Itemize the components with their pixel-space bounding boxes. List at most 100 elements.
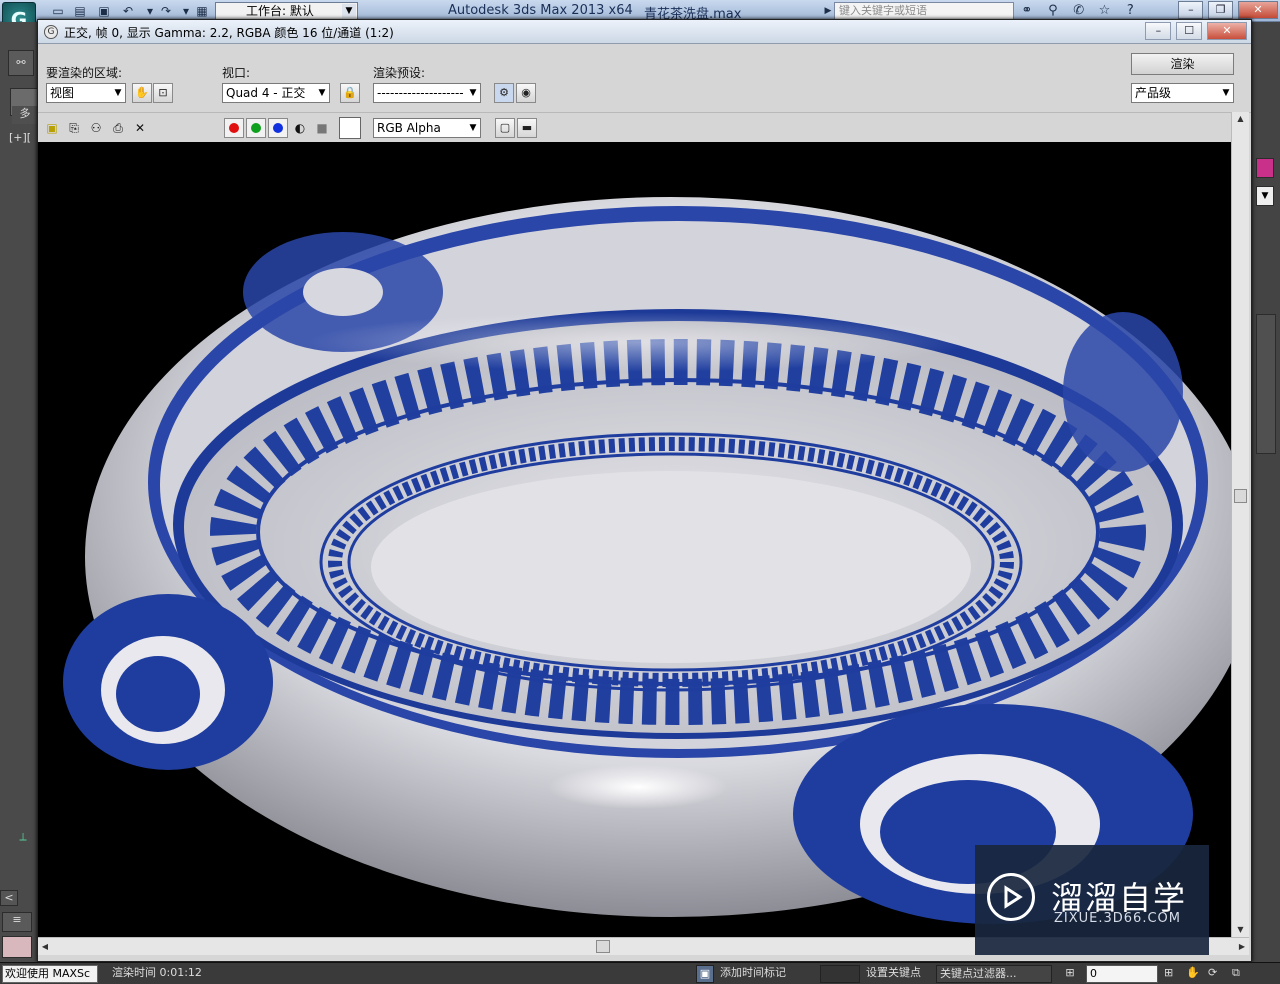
toggle-ui-overlay-icon[interactable]: ▢ — [495, 118, 515, 138]
key-filter-icon[interactable]: ⊞ — [1164, 965, 1182, 983]
render-setup-icon[interactable]: ⚙ — [494, 83, 514, 103]
help-icon[interactable]: ? — [1119, 2, 1141, 20]
auto-region-icon[interactable]: ⊡ — [153, 83, 173, 103]
chevron-down-icon: ▼ — [469, 123, 477, 133]
collapse-arrow-icon[interactable]: < — [0, 890, 18, 906]
workspace-selector[interactable]: 工作台: 默认 ▼ — [215, 2, 358, 20]
key-mode-field[interactable] — [820, 965, 860, 983]
copy-image-icon[interactable]: ⎘ — [66, 120, 82, 136]
viewport-label: 视口: — [222, 66, 251, 80]
scroll-left-icon[interactable]: ◀ — [38, 940, 52, 954]
vertical-scroll-thumb[interactable] — [1234, 489, 1247, 503]
channel-display-dropdown[interactable]: RGB Alpha ▼ — [373, 118, 481, 138]
play-logo-icon — [987, 873, 1035, 921]
communication-icon[interactable]: ✆ — [1068, 2, 1090, 20]
alpha-channel-icon[interactable]: ◐ — [292, 120, 308, 136]
render-quality-value: 产品级 — [1135, 86, 1172, 100]
rollout-panel — [1256, 314, 1276, 454]
redo-dropdown-icon[interactable]: ▾ — [178, 3, 194, 19]
area-to-render-value: 视图 — [50, 86, 75, 100]
blue-dot-icon — [273, 123, 283, 133]
site-watermark: 溜溜自学 ZIXUE.3D66.COM — [975, 845, 1209, 955]
viewport-label-menu[interactable]: [+][ — [2, 130, 38, 148]
viewport-value: Quad 4 - 正交 — [226, 86, 306, 100]
save-image-icon[interactable]: ▣ — [44, 120, 60, 136]
chevron-down-icon: ▼ — [318, 88, 326, 98]
render-preset-label: 渲染预设: — [373, 66, 426, 80]
object-color-swatch[interactable] — [1256, 158, 1274, 178]
favorites-star-icon[interactable]: ☆ — [1093, 2, 1115, 20]
maximize-icon[interactable]: ☐ — [1176, 22, 1203, 40]
horizontal-scroll-thumb[interactable] — [596, 940, 610, 953]
main-toolbar-left: ⚯ 多 [+][ ⟂ < ≡ — [0, 22, 38, 962]
red-channel-toggle[interactable] — [224, 118, 244, 138]
scroll-right-icon[interactable]: ▶ — [1235, 940, 1249, 954]
link-icon[interactable]: ⚯ — [8, 50, 34, 76]
key-filters-button[interactable]: 关键点过滤器... — [936, 965, 1052, 983]
toggle-ui-icon[interactable]: ▬ — [517, 118, 537, 138]
app-icon: G — [44, 25, 58, 39]
green-channel-toggle[interactable] — [246, 118, 266, 138]
maximize-viewport-icon[interactable]: ⧉ — [1232, 965, 1250, 983]
search-icon[interactable]: ⚲ — [1042, 2, 1064, 20]
blue-channel-toggle[interactable] — [268, 118, 288, 138]
print-icon[interactable]: ⎙ — [110, 120, 126, 136]
color-swatch[interactable] — [339, 117, 361, 139]
scroll-up-icon[interactable]: ▲ — [1232, 112, 1249, 126]
save-icon[interactable]: ▣ — [96, 3, 112, 19]
close-icon[interactable]: ✕ — [1238, 1, 1278, 19]
render-preset-dropdown[interactable]: -------------------- ▼ — [373, 83, 481, 103]
set-key-label: 设置关键点 — [866, 966, 921, 979]
vertical-scrollbar[interactable]: ▲ ▼ — [1231, 112, 1249, 937]
binoculars-icon[interactable]: ⚭ — [1016, 2, 1038, 20]
command-panel-edge: ▼ — [1252, 22, 1280, 962]
clone-frame-icon[interactable]: ⚇ — [88, 120, 104, 136]
monochrome-icon[interactable]: ■ — [314, 120, 330, 136]
undo-icon[interactable]: ↶ — [120, 3, 136, 19]
chevron-down-icon: ▼ — [342, 4, 356, 18]
environment-effects-icon[interactable]: ◉ — [516, 83, 536, 103]
chevron-down-icon[interactable]: ▼ — [1256, 186, 1274, 206]
polygon-tab-label[interactable]: 多 — [12, 106, 38, 124]
add-time-tag[interactable]: 添加时间标记 — [720, 965, 810, 983]
green-dot-icon — [251, 123, 261, 133]
axis-tripod-icon: ⟂ — [19, 830, 27, 843]
new-file-icon[interactable]: ▭ — [50, 3, 66, 19]
redo-icon[interactable]: ↷ — [158, 3, 174, 19]
project-folder-icon[interactable]: ▦ — [194, 3, 210, 19]
orbit-icon[interactable]: ⟳ — [1208, 965, 1226, 983]
render-quality-dropdown[interactable]: 产品级 ▼ — [1131, 83, 1234, 103]
restore-icon[interactable]: ❐ — [1208, 1, 1234, 19]
frame-mode-icon[interactable]: ⊞ — [1058, 965, 1082, 983]
time-tag-icon[interactable]: ▣ — [696, 965, 714, 983]
render-button[interactable]: 渲染 — [1131, 53, 1234, 75]
viewport-dropdown[interactable]: Quad 4 - 正交 ▼ — [222, 83, 330, 103]
open-folder-icon[interactable]: ▤ — [72, 3, 88, 19]
minimize-icon[interactable]: – — [1178, 1, 1204, 19]
keyword-search-input[interactable]: 键入关键字或短语 — [834, 2, 1014, 20]
clear-icon[interactable]: ✕ — [132, 120, 148, 136]
render-window-title-bar: G 正交, 帧 0, 显示 Gamma: 2.2, RGBA 颜色 16 位/通… — [38, 20, 1251, 44]
current-frame-input[interactable]: 0 — [1086, 965, 1158, 983]
frame-toolbar: ▣ ⎘ ⚇ ⎙ ✕ ◐ ■ RGB Alpha ▼ ▢ ▬ — [38, 112, 1251, 142]
chevron-down-icon: ▼ — [114, 88, 122, 98]
render-window-title: 正交, 帧 0, 显示 Gamma: 2.2, RGBA 颜色 16 位/通道 … — [64, 26, 394, 40]
rendered-image-area[interactable] — [38, 142, 1231, 937]
pan-hand-icon[interactable]: ✋ — [1186, 965, 1204, 983]
maxscript-mini-listener[interactable]: 欢迎使用 MAXSc — [2, 965, 98, 983]
area-to-render-dropdown[interactable]: 视图 ▼ — [46, 83, 126, 103]
rendered-bowl-image — [63, 197, 1231, 924]
rendered-frame-window: G 正交, 帧 0, 显示 Gamma: 2.2, RGBA 颜色 16 位/通… — [37, 19, 1252, 962]
chevron-down-icon: ▼ — [1222, 88, 1230, 98]
undo-dropdown-icon[interactable]: ▾ — [142, 3, 158, 19]
render-time-text: 渲染时间 0:01:12 — [112, 966, 202, 979]
maxscript-listener[interactable] — [2, 936, 32, 958]
track-bar-icon[interactable]: ≡ — [2, 912, 32, 932]
close-icon[interactable]: ✕ — [1207, 22, 1247, 40]
app-title: Autodesk 3ds Max 2013 x64 — [448, 3, 633, 18]
scroll-down-icon[interactable]: ▼ — [1232, 923, 1249, 937]
minimize-icon[interactable]: – — [1145, 22, 1172, 40]
edit-region-icon[interactable]: ✋ — [132, 83, 152, 103]
render-preset-value: -------------------- — [377, 86, 464, 100]
lock-viewport-icon[interactable]: 🔒 — [340, 83, 360, 103]
